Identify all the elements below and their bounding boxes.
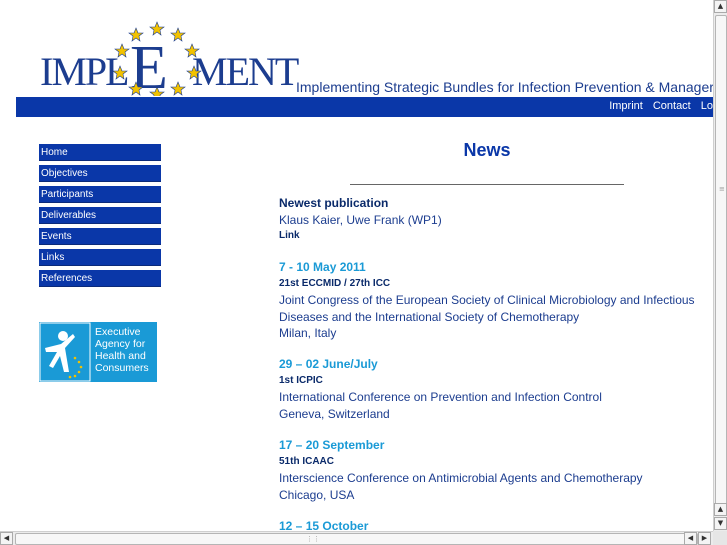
scroll-up-icon[interactable]: ▲ [714,0,727,13]
scrollbar-corner [713,531,727,545]
title-divider [350,184,624,185]
event-description: Joint Congress of the European Society o… [279,293,695,307]
menu-item-references[interactable]: References [39,270,161,287]
top-links: Imprint Contact Lo [609,100,713,112]
agency-line-2: Agency for [95,338,146,350]
vertical-scrollbar[interactable]: ▲ ≡ ▲ ▼ [713,0,727,531]
menu-item-objectives[interactable]: Objectives [39,165,161,182]
scroll-down-icon[interactable]: ▼ [714,517,727,530]
agency-figure-icon [39,322,91,382]
menu-item-home[interactable]: Home [39,144,161,161]
event-acronym: 1st ICPIC [279,374,323,386]
login-link[interactable]: Lo [701,100,713,112]
agency-line-1: Executive [95,326,141,338]
horizontal-scroll-thumb[interactable]: ⋮⋮ [15,533,698,545]
agency-line-3: Health and [95,350,146,362]
event-location: Geneva, Switzerland [279,406,390,421]
eahc-agency-logo[interactable]: Executive Agency for Health and Consumer… [39,322,157,382]
event-acronym: 21st ECCMID / 27th ICC [279,277,391,289]
thumb-grip-icon: ≡ [719,185,725,193]
menu-item-links[interactable]: Links [39,249,161,266]
page-title: News [463,140,511,160]
menu-item-deliverables[interactable]: Deliverables [39,207,161,224]
contact-link[interactable]: Contact [653,100,691,112]
newest-publication-authors: Klaus Kaier, Uwe Frank (WP1) [279,212,442,227]
agency-name: Executive Agency for Health and Consumer… [95,326,149,374]
event-date: 29 – 02 June/July [279,357,378,371]
vertical-scroll-thumb[interactable]: ≡ [715,15,727,516]
event-description-cont: Diseases and the International Society o… [279,309,580,324]
newest-publication-block: Newest publication Klaus Kaier, Uwe Fran… [279,195,442,245]
scroll-right-icon[interactable]: ▶ [698,532,711,545]
event-item: 17 – 20 September 51th ICAAC Interscienc… [279,437,643,503]
side-menu: Home Objectives Participants Deliverable… [39,144,161,291]
event-date: 17 – 20 September [279,438,385,452]
logo-text-ment: MENT [192,49,299,94]
site-tagline: Implementing Strategic Bundles for Infec… [296,79,713,95]
event-description: Interscience Conference on Antimicrobial… [279,471,643,485]
event-description: International Conference on Prevention a… [279,390,602,404]
publication-link[interactable]: Link [279,228,442,245]
event-location: Milan, Italy [279,326,337,340]
scroll-down-icon[interactable]: ▲ [714,503,727,516]
scroll-left-icon[interactable]: ◀ [684,532,697,545]
top-nav-bar: Imprint Contact Lo [16,97,713,117]
event-item: 12 – 15 October [279,518,368,531]
agency-line-4: Consumers [95,362,149,374]
horizontal-scrollbar[interactable]: ◀ ⋮⋮ ◀ ▶ [0,531,713,545]
browser-viewport: IMPL E MENT Implementing Strategic Bundl… [0,0,713,531]
implement-logo[interactable]: IMPL E MENT [22,6,302,96]
thumb-grip-icon: ⋮⋮ [306,535,320,543]
imprint-link[interactable]: Imprint [609,100,643,112]
event-date: 12 – 15 October [279,519,369,531]
news-content: News Newest publication Klaus Kaier, Uwe… [279,140,709,531]
event-item: 29 – 02 June/July 1st ICPIC Internationa… [279,356,602,422]
menu-item-events[interactable]: Events [39,228,161,245]
newest-publication-heading: Newest publication [279,196,389,210]
menu-item-participants[interactable]: Participants [39,186,161,203]
event-date: 7 - 10 May 2011 [279,260,366,274]
scroll-left-icon[interactable]: ◀ [0,532,13,545]
event-location: Chicago, USA [279,487,355,502]
event-acronym: 51th ICAAC [279,455,335,467]
event-item: 7 - 10 May 2011 21st ECCMID / 27th ICC J… [279,259,695,342]
